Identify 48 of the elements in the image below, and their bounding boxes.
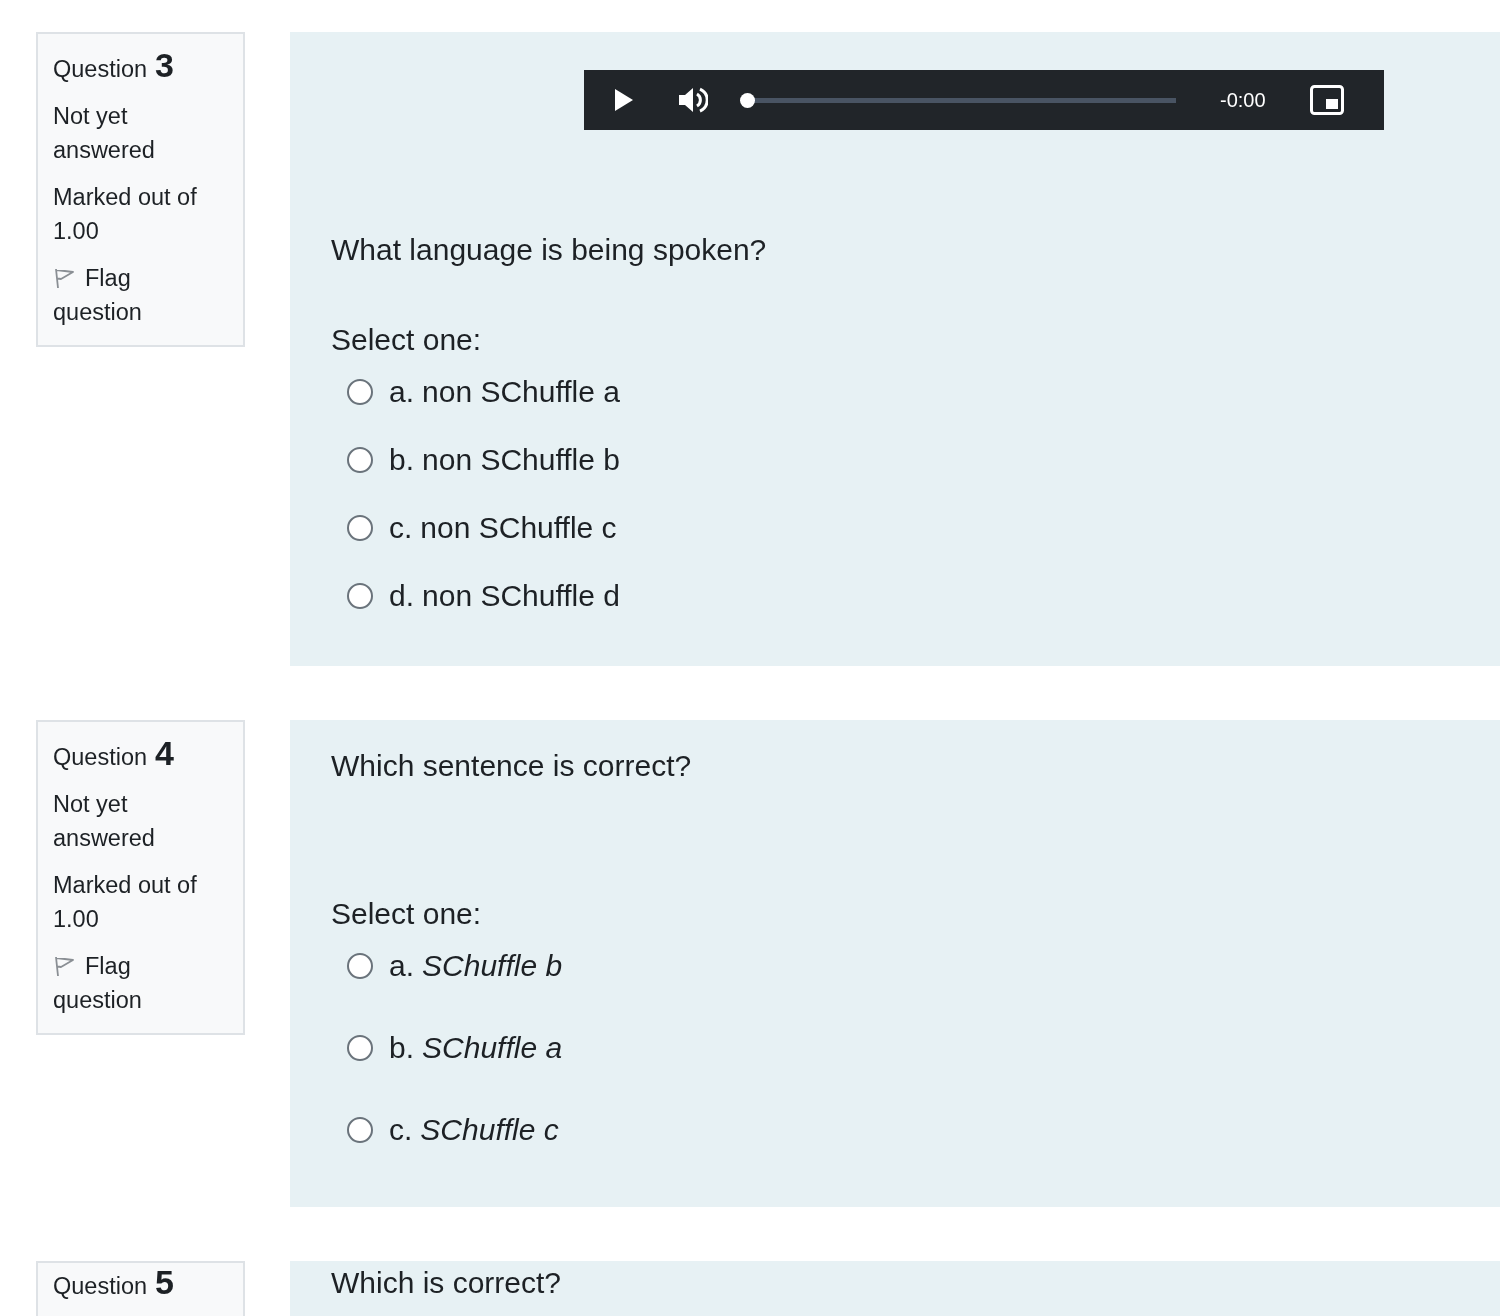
question-status: Not yet answered xyxy=(53,102,156,165)
radio-button[interactable] xyxy=(347,515,373,541)
question-marks: Marked out of 1.00 xyxy=(53,871,198,934)
question-text: Which sentence is correct? xyxy=(331,748,693,784)
option-text: non SChuffle c xyxy=(420,511,617,545)
question-label: Question xyxy=(53,743,148,772)
select-instruction: Select one: xyxy=(331,322,483,358)
answer-option[interactable]: c. SChuffle c xyxy=(331,1089,1459,1171)
question-number: 3 xyxy=(155,48,174,82)
option-text: SChuffle a xyxy=(422,1031,563,1065)
answer-option[interactable]: d. non SChuffle d xyxy=(331,562,1459,630)
question-marks: Marked out of 1.00 xyxy=(53,183,198,246)
flag-question-link[interactable]: Flag question xyxy=(53,949,183,1017)
option-letter: c. xyxy=(389,1113,413,1147)
option-text: non SChuffle a xyxy=(422,375,620,409)
option-letter: a. xyxy=(389,949,415,983)
radio-button[interactable] xyxy=(347,447,373,473)
answer-option[interactable]: b. non SChuffle b xyxy=(331,426,1459,494)
question-number: 5 xyxy=(155,1265,174,1299)
radio-button[interactable] xyxy=(347,379,373,405)
radio-button[interactable] xyxy=(347,1117,373,1143)
option-text: SChuffle c xyxy=(420,1113,559,1147)
question-text: Which is correct? xyxy=(331,1265,563,1301)
radio-button[interactable] xyxy=(347,583,373,609)
option-text: non SChuffle d xyxy=(422,579,620,613)
answer-option[interactable]: c. non SChuffle c xyxy=(331,494,1459,562)
question-number: 4 xyxy=(155,736,174,770)
question-text: What language is being spoken? xyxy=(331,232,768,268)
option-letter: a. xyxy=(389,375,415,409)
answer-option[interactable]: a. non SChuffle a xyxy=(331,358,1459,426)
option-letter: b. xyxy=(389,443,415,477)
picture-in-picture-icon[interactable] xyxy=(1309,85,1344,115)
play-icon[interactable] xyxy=(614,88,634,112)
radio-button[interactable] xyxy=(347,953,373,979)
option-text: non SChuffle b xyxy=(422,443,620,477)
answer-option[interactable]: b. SChuffle a xyxy=(331,1007,1459,1089)
volume-icon[interactable] xyxy=(678,86,708,114)
option-letter: c. xyxy=(389,511,413,545)
slider-thumb[interactable] xyxy=(740,92,755,108)
flag-question-link[interactable]: Flag question xyxy=(53,261,183,329)
question-status: Not yet answered xyxy=(53,790,156,853)
question-label: Question xyxy=(53,1272,148,1301)
radio-button[interactable] xyxy=(347,1035,373,1061)
option-text: SChuffle b xyxy=(422,949,563,983)
question-label: Question xyxy=(53,55,148,84)
time-remaining: -0:00 xyxy=(1220,88,1266,112)
option-letter: b. xyxy=(389,1031,415,1065)
option-letter: d. xyxy=(389,579,415,613)
